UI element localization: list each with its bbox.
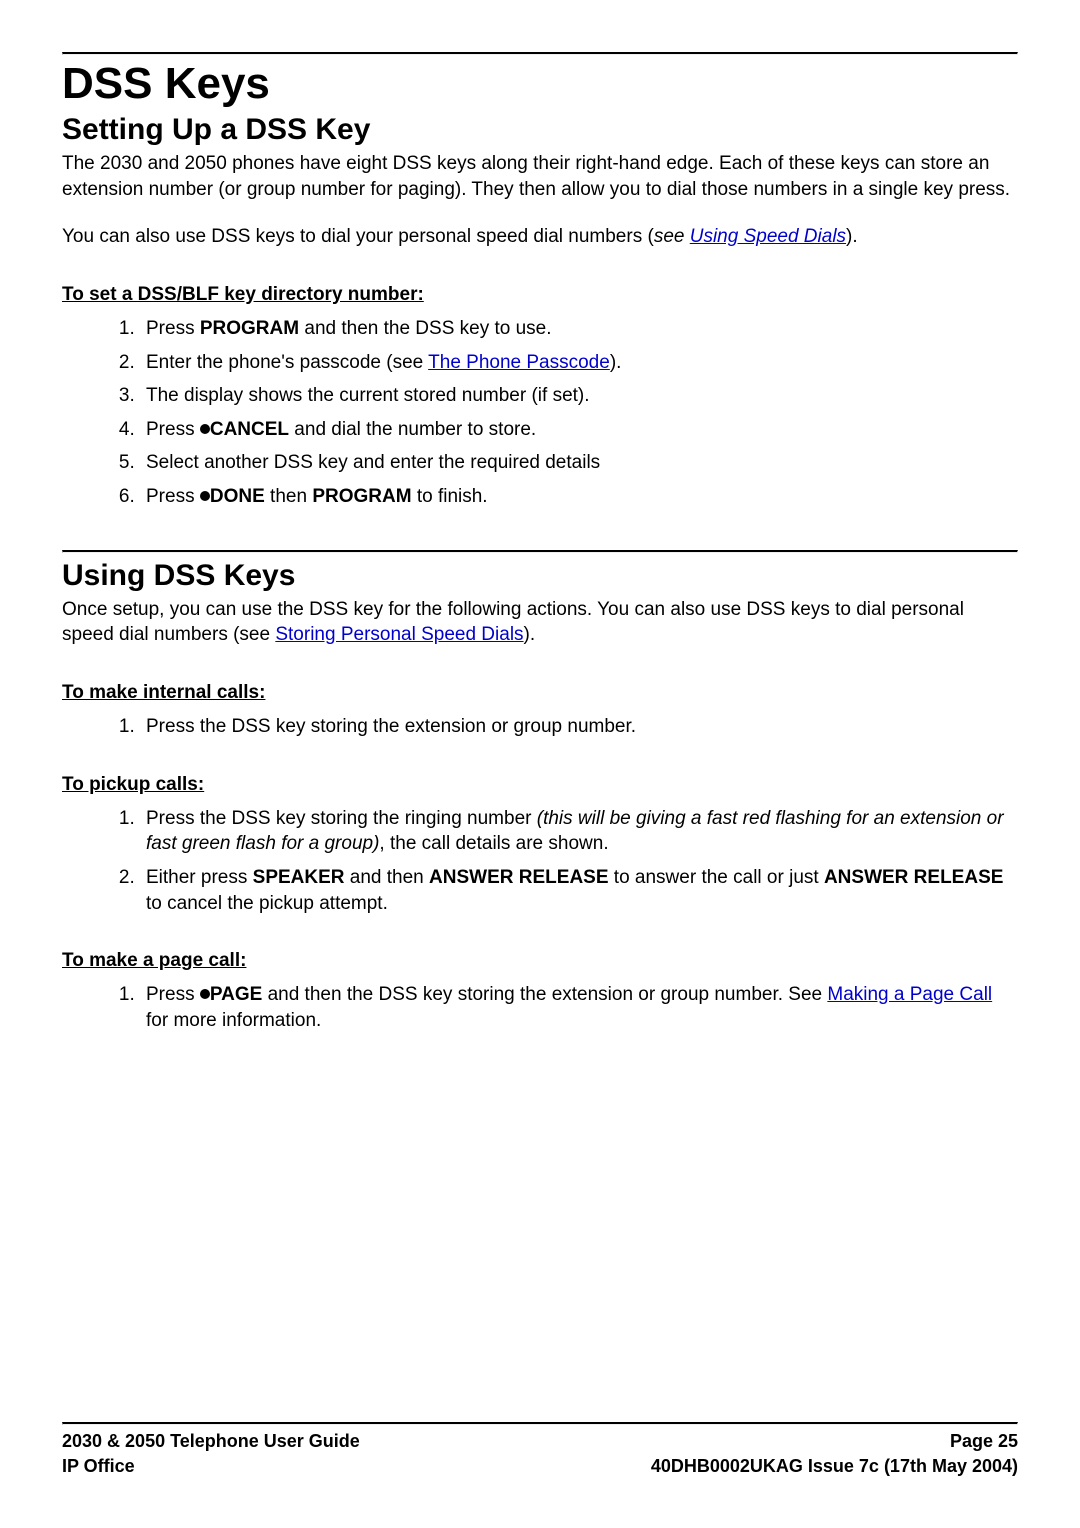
section1-heading: Setting Up a DSS Key <box>62 113 1018 147</box>
list-item: The display shows the current stored num… <box>140 383 1018 409</box>
section2-subheading3: To make a page call: <box>62 950 246 971</box>
bullet-icon <box>200 989 210 999</box>
bold-text: PROGRAM <box>312 486 411 507</box>
text: and then the DSS key storing the extensi… <box>262 984 827 1005</box>
see-text: see <box>654 226 690 247</box>
text: then <box>265 486 313 507</box>
list-item: Either press SPEAKER and then ANSWER REL… <box>140 865 1018 916</box>
section1-paragraph1: The 2030 and 2050 phones have eight DSS … <box>62 151 1018 202</box>
section2-paragraph1: Once setup, you can use the DSS key for … <box>62 597 1018 648</box>
list-item: Press the DSS key storing the ringing nu… <box>140 806 1018 857</box>
text: Press <box>146 318 200 339</box>
link-phone-passcode[interactable]: The Phone Passcode <box>428 352 610 373</box>
section2-list3: Press PAGE and then the DSS key storing … <box>62 982 1018 1033</box>
text: ). <box>846 226 858 247</box>
text: for more information. <box>146 1010 321 1031</box>
list-item: Press PROGRAM and then the DSS key to us… <box>140 316 1018 342</box>
bold-text: SPEAKER <box>253 867 345 888</box>
list-item: Press CANCEL and dial the number to stor… <box>140 417 1018 443</box>
bold-text: DONE <box>210 486 265 507</box>
section2-heading: Using DSS Keys <box>62 559 1018 593</box>
text: to cancel the pickup attempt. <box>146 893 388 914</box>
bold-text: ANSWER RELEASE <box>824 867 1003 888</box>
list-item: Select another DSS key and enter the req… <box>140 450 1018 476</box>
text: Either press <box>146 867 253 888</box>
footer-right-line1: Page 25 <box>950 1429 1018 1453</box>
bold-text: PAGE <box>210 984 262 1005</box>
text: ). <box>524 624 536 645</box>
text: to answer the call or just <box>609 867 824 888</box>
bullet-icon <box>200 491 210 501</box>
text: Press <box>146 486 200 507</box>
text: ). <box>610 352 622 373</box>
bold-text: ANSWER RELEASE <box>429 867 608 888</box>
bold-text: PROGRAM <box>200 318 299 339</box>
list-item: Press DONE then PROGRAM to finish. <box>140 484 1018 510</box>
bold-text: CANCEL <box>210 419 289 440</box>
footer-right-line2: 40DHB0002UKAG Issue 7c (17th May 2004) <box>651 1454 1018 1478</box>
page-container: DSS Keys Setting Up a DSS Key The 2030 a… <box>0 0 1080 1528</box>
section1-steps-list: Press PROGRAM and then the DSS key to us… <box>62 316 1018 510</box>
footer-left-line2: IP Office <box>62 1454 135 1478</box>
list-item: Press the DSS key storing the extension … <box>140 714 1018 740</box>
bullet-icon <box>200 424 210 434</box>
page-title-h1: DSS Keys <box>62 59 1018 109</box>
section1-subheading: To set a DSS/BLF key directory number: <box>62 284 424 305</box>
text: , the call details are shown. <box>379 833 608 854</box>
section1-paragraph2: You can also use DSS keys to dial your p… <box>62 224 1018 250</box>
text: and then <box>345 867 430 888</box>
link-using-speed-dials[interactable]: Using Speed Dials <box>690 226 846 247</box>
section2-subheading1: To make internal calls: <box>62 682 265 703</box>
section2-list1: Press the DSS key storing the extension … <box>62 714 1018 740</box>
text: Press <box>146 984 200 1005</box>
text: Press the DSS key storing the ringing nu… <box>146 808 537 829</box>
list-item: Enter the phone's passcode (see The Phon… <box>140 350 1018 376</box>
text: and dial the number to store. <box>289 419 536 440</box>
section2-subheading2: To pickup calls: <box>62 774 204 795</box>
text: to finish. <box>412 486 488 507</box>
text: Press <box>146 419 200 440</box>
top-rule <box>62 52 1018 55</box>
list-item: Press PAGE and then the DSS key storing … <box>140 982 1018 1033</box>
footer-left-line1: 2030 & 2050 Telephone User Guide <box>62 1429 360 1453</box>
text: and then the DSS key to use. <box>299 318 551 339</box>
section-divider <box>62 550 1018 553</box>
link-storing-personal-speed-dials[interactable]: Storing Personal Speed Dials <box>275 624 523 645</box>
link-making-page-call[interactable]: Making a Page Call <box>827 984 992 1005</box>
section2-list2: Press the DSS key storing the ringing nu… <box>62 806 1018 917</box>
text: You can also use DSS keys to dial your p… <box>62 226 654 247</box>
text: Enter the phone's passcode (see <box>146 352 428 373</box>
page-footer: 2030 & 2050 Telephone User Guide Page 25… <box>62 1422 1018 1478</box>
